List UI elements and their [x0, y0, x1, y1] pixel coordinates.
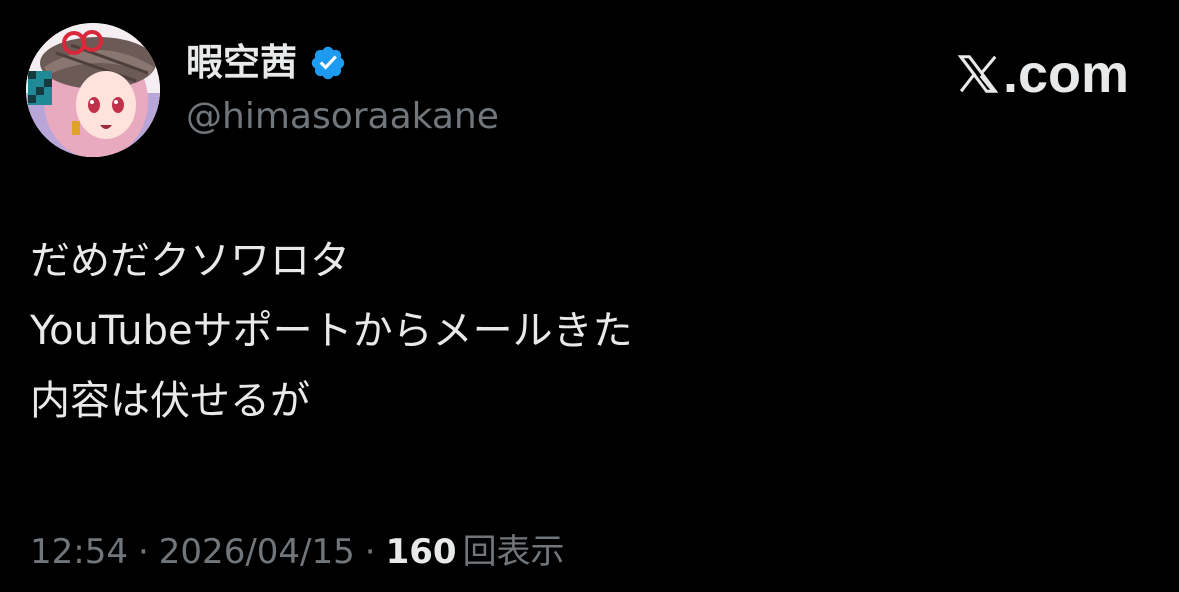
anime-avatar-icon — [26, 23, 160, 157]
post-time[interactable]: 12:54 — [30, 526, 128, 578]
post-text-line: 内容は伏せるが — [30, 378, 310, 424]
author-name-row: 暇空茜 — [186, 38, 347, 88]
brand-watermark: .com — [955, 44, 1129, 104]
author-avatar[interactable] — [26, 23, 160, 157]
verified-badge-icon — [309, 44, 347, 82]
post-meta: 12:54 · 2026/04/15 · 160 回表示 — [30, 526, 565, 578]
post-text-line: YouTubeサポートからメールきた — [30, 308, 633, 354]
views-count[interactable]: 160 — [386, 526, 457, 578]
post-body: だめだクソワロタ YouTubeサポートからメールきた 内容は伏せるが — [30, 226, 633, 436]
meta-separator: · — [364, 532, 376, 572]
author-handle[interactable]: @himasoraakane — [186, 93, 499, 141]
x-logo-icon — [955, 51, 1001, 97]
views-label: 回表示 — [462, 532, 565, 572]
post-card: 暇空茜 @himasoraakane .com だめだクソワロタ YouTube… — [0, 0, 1179, 592]
post-text-line: だめだクソワロタ — [30, 238, 350, 284]
post-date[interactable]: 2026/04/15 — [159, 526, 355, 578]
brand-domain-text: .com — [1002, 44, 1129, 104]
meta-separator: · — [137, 532, 149, 572]
author-display-name[interactable]: 暇空茜 — [186, 38, 297, 88]
